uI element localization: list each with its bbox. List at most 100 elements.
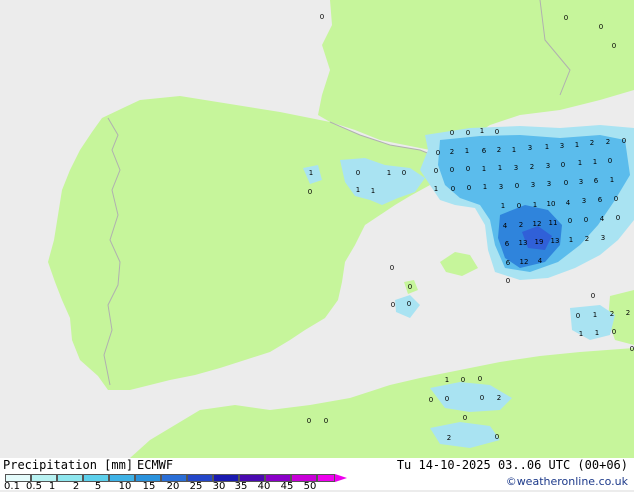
scale-arrow (335, 474, 347, 482)
precipitation-map[interactable]: 0 0 1 00 2 1 6 2 1 3 1 3 1 2 2 01 0 1 0 0 0 0 1 1 3 2 3 0 1 1 00 1 1 1 0 0 1… (0, 0, 634, 458)
precip-value-label: 6 (506, 259, 511, 267)
precip-value-label: 2 (530, 163, 534, 171)
precip-value-label: 13 (519, 239, 528, 247)
precip-value-label: 0 (307, 417, 311, 425)
precip-value-label: 12 (520, 258, 529, 266)
precip-value-label: 3 (546, 162, 550, 170)
precip-value-label: 6 (598, 196, 603, 204)
precip-value-label: 3 (531, 181, 535, 189)
scale-tick-label: 50 (303, 481, 317, 492)
precip-value-label: 0 (495, 128, 499, 136)
precip-value-label: 0 (630, 345, 634, 353)
precip-value-label: 0 (320, 13, 324, 21)
precip-value-label: 13 (551, 237, 560, 245)
scale-tick-label: 0.1 (4, 481, 20, 492)
precip-value-label: 0 (407, 300, 411, 308)
precip-value-label: 0 (445, 395, 449, 403)
precip-value-label: 1 (445, 376, 449, 384)
precip-value-label: 0 (616, 214, 620, 222)
precip-value-label: 0 (608, 157, 612, 165)
precip-value-label: 0 (564, 179, 568, 187)
scale-tick-label: 2 (72, 481, 80, 492)
precip-value-label: 3 (601, 234, 605, 242)
precip-value-label: 1 (465, 147, 469, 155)
precip-value-label: 1 (595, 329, 599, 337)
precip-value-label: 4 (538, 257, 543, 265)
precip-value-label: 3 (560, 142, 564, 150)
precip-value-label: 0 (450, 129, 454, 137)
precip-value-label: 1 (593, 311, 597, 319)
precip-value-label: 0 (478, 375, 482, 383)
precip-value-label: 4 (566, 199, 571, 207)
scale-tick-label: 40 (257, 481, 271, 492)
precip-value-label: 3 (547, 180, 551, 188)
precip-value-label: 1 (512, 146, 516, 154)
precip-value-label: 1 (575, 141, 579, 149)
scale-tick-label: 35 (234, 481, 248, 492)
precip-value-label: 1 (579, 330, 583, 338)
precip-value-label: 10 (547, 200, 556, 208)
precip-value-label: 0 (506, 277, 510, 285)
precip-value-label: 1 (501, 202, 505, 210)
precip-value-label: 0 (356, 169, 360, 177)
precip-value-label: 3 (499, 183, 503, 191)
precip-value-label: 1 (610, 176, 614, 184)
precip-value-label: 2 (519, 221, 523, 229)
precip-value-label: 1 (434, 185, 438, 193)
precip-value-label: 0 (308, 188, 312, 196)
precip-value-label: 0 (324, 417, 328, 425)
precip-value-label: 0 (584, 216, 588, 224)
scale-tick-label: 10 (118, 481, 132, 492)
precip-value-label: 0 (391, 301, 395, 309)
precip-value-label: 1 (533, 201, 537, 209)
precip-value-label: 3 (582, 197, 586, 205)
precip-value-label: 0 (434, 167, 438, 175)
precip-value-label: 0 (451, 185, 455, 193)
precip-value-label: 2 (497, 394, 501, 402)
precip-value-label: 1 (569, 236, 573, 244)
precip-value-label: 0 (564, 14, 568, 22)
precip-value-label: 6 (505, 240, 510, 248)
precip-value-label: 0 (436, 149, 440, 157)
precip-value-label: 1 (387, 169, 391, 177)
precip-value-label: 0 (461, 376, 465, 384)
precip-value-label: 0 (467, 184, 471, 192)
precip-value-label: 1 (309, 169, 313, 177)
precip-value-label: 2 (497, 146, 501, 154)
scale-tick-label: 15 (142, 481, 156, 492)
precip-value-label: 1 (578, 159, 582, 167)
precip-value-label: 0 (495, 433, 499, 441)
precip-value-label: 1 (593, 158, 597, 166)
precip-value-label: 1 (356, 186, 360, 194)
scale-tick-label: 30 (212, 481, 226, 492)
credit-link[interactable]: ©weatheronline.co.uk (506, 475, 628, 488)
precip-value-label: 2 (585, 235, 589, 243)
scale-tick-label: 20 (166, 481, 180, 492)
precip-value-label: 0 (612, 42, 616, 50)
precip-value-label: 0 (390, 264, 394, 272)
map-title: Precipitation [mm] (3, 458, 134, 472)
precip-value-label: 1 (545, 143, 549, 151)
precip-value-label: 0 (480, 394, 484, 402)
precip-value-label: 0 (517, 202, 521, 210)
precip-value-label: 0 (591, 292, 595, 300)
precip-value-label: 2 (626, 309, 630, 317)
precip-value-label: 19 (535, 238, 544, 246)
precip-value-label: 11 (549, 219, 558, 227)
scale-tick-label: 0.5 (26, 481, 42, 492)
precip-value-label: 0 (429, 396, 433, 404)
precip-value-label: 6 (594, 177, 599, 185)
precip-value-label: 1 (483, 183, 487, 191)
precip-value-label: 0 (576, 312, 580, 320)
precip-value-label: 1 (482, 165, 486, 173)
precip-value-label: 0 (561, 161, 565, 169)
precip-value-label: 3 (514, 164, 518, 172)
precip-value-label: 6 (482, 147, 487, 155)
precip-value-label: 4 (600, 215, 605, 223)
precip-value-label: 3 (579, 178, 583, 186)
precip-value-label: 0 (599, 23, 603, 31)
precip-value-label: 0 (515, 182, 519, 190)
precip-value-label: 2 (450, 148, 454, 156)
precip-value-label: 1 (480, 127, 484, 135)
scale-tick-label: 25 (189, 481, 203, 492)
